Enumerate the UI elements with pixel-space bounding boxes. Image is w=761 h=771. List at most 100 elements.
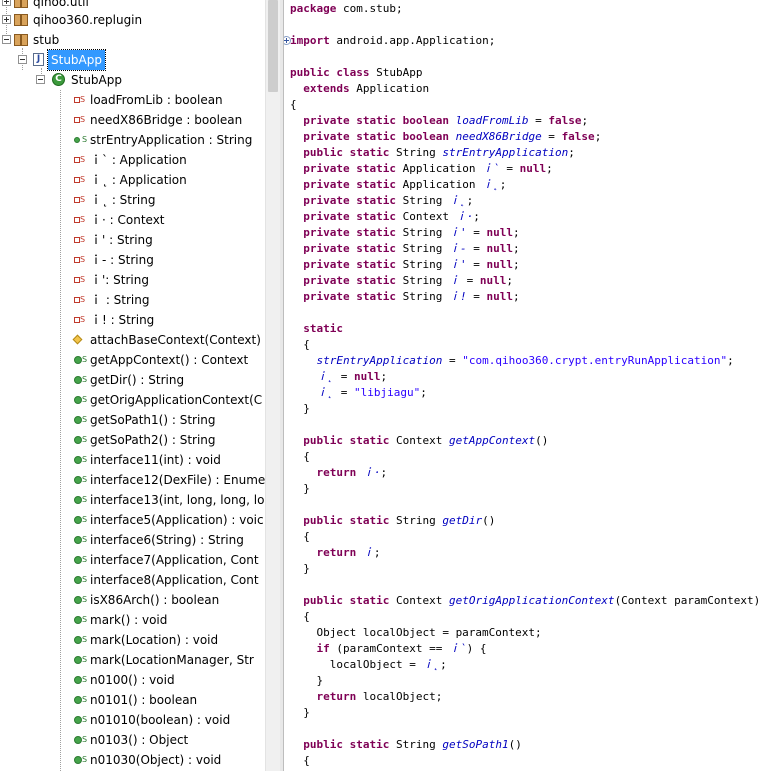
member-label: getDir() : String xyxy=(90,373,185,387)
collapse-icon[interactable] xyxy=(2,35,11,44)
tree-member-item[interactable]: SloadFromLib : boolean xyxy=(0,90,265,110)
scrollbar-thumb[interactable] xyxy=(268,0,278,92)
tree-member-item[interactable]: Sｉ- : String xyxy=(0,250,265,270)
member-label: ｉ' : String xyxy=(90,233,153,247)
package-label: qihoo360.replugin xyxy=(33,13,143,27)
code-line: Object localObject = paramContext; xyxy=(290,626,542,639)
tree-member-item[interactable]: Sｉ! : String xyxy=(0,310,265,330)
code-line: private static String ｉ- = null; xyxy=(303,242,520,255)
code-line: import android.app.Application; xyxy=(284,33,495,49)
tree-file-stubapp[interactable]: J StubApp xyxy=(0,49,265,71)
tree-member-item[interactable]: SisX86Arch() : boolean xyxy=(0,590,265,610)
code-line: ｉ˛ = null; xyxy=(316,370,388,383)
tree-member-item[interactable]: Sｉ˛ : Application xyxy=(0,170,265,190)
code-line: { xyxy=(290,338,310,351)
tree-member-item[interactable]: SgetDir() : String xyxy=(0,370,265,390)
member-label: n0103() : Object xyxy=(90,733,189,747)
member-label: n01010(boolean) : void xyxy=(90,713,231,727)
tree-member-item[interactable]: SgetSoPath2() : String xyxy=(0,430,265,450)
code-line: { xyxy=(290,98,297,111)
tree-member-item[interactable]: Sn0101() : boolean xyxy=(0,690,265,710)
tree-member-item[interactable]: Sinterface8(Application, Cont xyxy=(0,570,265,590)
code-line: { xyxy=(290,610,310,623)
code-line: private static String ｉ! = null; xyxy=(303,290,520,303)
code-line: private static boolean needX86Bridge = f… xyxy=(303,130,602,143)
tree-member-item[interactable]: Sn01010(boolean) : void xyxy=(0,710,265,730)
expand-icon[interactable] xyxy=(2,0,11,6)
member-label: interface5(Application) : voic xyxy=(90,513,264,527)
member-label: interface6(String) : String xyxy=(90,533,244,547)
tree-member-item[interactable]: Sinterface6(String) : String xyxy=(0,530,265,550)
code-line: private static String ｉ' = null; xyxy=(303,226,520,239)
code-line: ｉ˛ = "libjiagu"; xyxy=(316,386,427,399)
member-label: n01030(Object) : void xyxy=(90,753,222,767)
member-label: mark(LocationManager, Str xyxy=(90,653,254,667)
tree-member-item[interactable]: Sinterface13(int, long, long, lo xyxy=(0,490,265,510)
tree-member-item[interactable]: Smark(Location) : void xyxy=(0,630,265,650)
member-label: ｉ˛ : Application xyxy=(90,173,187,187)
tree-member-item[interactable]: Sｉ˛ : String xyxy=(0,190,265,210)
code-line: private static Application ｉ˛; xyxy=(303,178,507,191)
tree-member-item[interactable]: Sn0100() : void xyxy=(0,670,265,690)
tree-class-stubapp[interactable]: C StubApp xyxy=(0,70,265,90)
tree-member-item[interactable]: Sｉ` : Application xyxy=(0,150,265,170)
tree-member-item[interactable]: SneedX86Bridge : boolean xyxy=(0,110,265,130)
member-label: interface7(Application, Cont xyxy=(90,553,259,567)
tree-member-item[interactable]: SgetSoPath1() : String xyxy=(0,410,265,430)
code-line: static xyxy=(303,322,343,335)
code-line: private static Application ｉ` = null; xyxy=(303,162,553,175)
code-line: { xyxy=(290,754,310,767)
tree-member-item[interactable]: Sn01030(Object) : void xyxy=(0,750,265,770)
member-label: strEntryApplication : String xyxy=(90,133,253,147)
code-line: private static boolean loadFromLib = fal… xyxy=(303,114,589,127)
tree-package-stub[interactable]: stub xyxy=(0,30,265,50)
tree-member-item[interactable]: SstrEntryApplication : String xyxy=(0,130,265,150)
tree-member-item[interactable]: Sｉ : String xyxy=(0,290,265,310)
code-line: public static Context getOrigApplication… xyxy=(303,594,761,607)
code-line: public static String strEntryApplication… xyxy=(303,146,575,159)
member-label: getOrigApplicationContext(C xyxy=(90,393,263,407)
java-file-icon: J xyxy=(33,53,44,66)
collapse-icon[interactable] xyxy=(36,75,45,84)
tree-member-item[interactable]: Smark(LocationManager, Str xyxy=(0,650,265,670)
tree-member-item[interactable]: Sｉ· : Context xyxy=(0,210,265,230)
tree-member-item[interactable]: attachBaseContext(Context) xyxy=(0,330,265,350)
class-icon: C xyxy=(52,73,65,86)
member-label: ｉ! : String xyxy=(90,313,155,327)
member-label: getAppContext() : Context xyxy=(90,353,249,367)
code-line: extends Application xyxy=(303,82,430,95)
tree-member-item[interactable]: Sｉ': String xyxy=(0,270,265,290)
code-line: } xyxy=(290,402,310,415)
member-label: ｉ· : Context xyxy=(90,213,165,227)
code-line: localObject = ｉ˛; xyxy=(290,658,447,671)
tree-scrollbar[interactable] xyxy=(265,0,281,771)
expand-icon[interactable] xyxy=(2,15,11,24)
tree-member-item[interactable]: Sn0103() : Object xyxy=(0,730,265,750)
tree-package-replugin[interactable]: qihoo360.replugin xyxy=(0,10,265,30)
source-code-editor[interactable]: package com.stub; import android.app.Appl… xyxy=(284,0,761,771)
tree-member-item[interactable]: Sｉ' : String xyxy=(0,230,265,250)
collapse-icon[interactable] xyxy=(18,55,27,64)
member-label: isX86Arch() : boolean xyxy=(90,593,220,607)
code-line: private static String ｉ' = null; xyxy=(303,258,520,271)
tree-member-item[interactable]: Sinterface12(DexFile) : Enume xyxy=(0,470,265,490)
member-label: loadFromLib : boolean xyxy=(90,93,223,107)
package-explorer-tree[interactable]: qihoo.util qihoo360.replugin stub J Stub… xyxy=(0,0,265,771)
code-line: private static Context ｉ·; xyxy=(303,210,480,223)
class-label: StubApp xyxy=(71,73,122,87)
member-label: mark(Location) : void xyxy=(90,633,219,647)
member-label: ｉ : String xyxy=(90,293,150,307)
code-line: public static String getSoPath1() xyxy=(303,738,522,751)
tree-member-item[interactable]: Sinterface11(int) : void xyxy=(0,450,265,470)
tree-member-item[interactable]: SgetAppContext() : Context xyxy=(0,350,265,370)
tree-member-item[interactable]: Sinterface7(Application, Cont xyxy=(0,550,265,570)
tree-member-item[interactable]: Sinterface5(Application) : voic xyxy=(0,510,265,530)
code-line: return ｉ; xyxy=(316,546,381,559)
tree-member-item[interactable]: Smark() : void xyxy=(0,610,265,630)
tree-member-item[interactable]: SgetOrigApplicationContext(C xyxy=(0,390,265,410)
member-label: ｉ': String xyxy=(90,273,149,287)
package-icon xyxy=(14,0,28,8)
code-line: public class StubApp xyxy=(290,66,423,79)
file-label-selected: StubApp xyxy=(47,49,106,71)
code-line: package com.stub; xyxy=(290,2,403,15)
